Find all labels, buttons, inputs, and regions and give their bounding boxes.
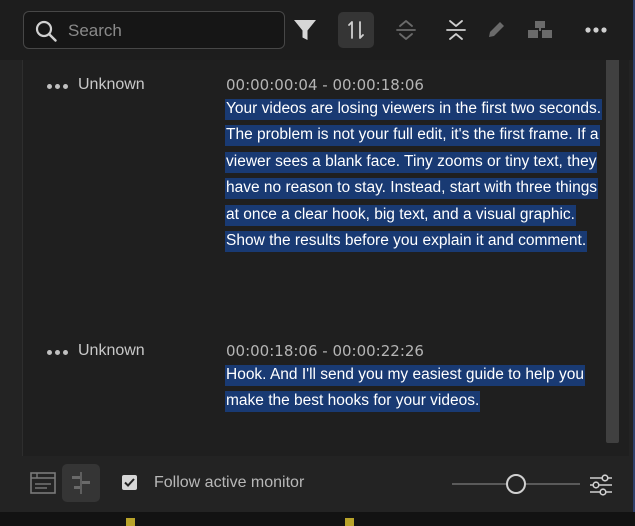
captions-button[interactable] [24, 464, 62, 502]
transcript-toolbar [0, 0, 633, 60]
more-icon[interactable] [47, 83, 68, 89]
settings-sliders-icon[interactable] [588, 472, 614, 498]
search-box[interactable] [23, 11, 285, 49]
expand-button[interactable] [388, 12, 424, 48]
speakers-icon [528, 21, 552, 38]
edit-icon [489, 22, 504, 37]
speaker[interactable]: Unknown [47, 342, 145, 360]
follow-monitor-label: Follow active monitor [154, 474, 305, 491]
speaker[interactable]: Unknown [47, 76, 145, 94]
color-swatch [126, 518, 135, 526]
captions-icon [30, 472, 56, 494]
speaker-name: Unknown [78, 76, 145, 93]
color-swatch [345, 518, 354, 526]
transcript-text[interactable]: Your videos are losing viewers in the fi… [225, 96, 605, 254]
edit-button[interactable] [478, 12, 514, 48]
checkmark-icon [124, 478, 135, 487]
bin-tab[interactable] [345, 517, 360, 526]
transcript-panel: Unknown 00:00:00:04 - 00:00:18:06 Your v… [0, 0, 635, 512]
sync-icon [348, 21, 364, 39]
transcript-text-content[interactable]: Your videos are losing viewers in the fi… [225, 99, 603, 253]
timecode: 00:00:00:04 - 00:00:18:06 [226, 76, 424, 94]
more-icon[interactable] [47, 349, 68, 355]
transcript-text[interactable]: Hook. And I'll send you my easiest guide… [225, 362, 605, 415]
bottom-strip [0, 512, 635, 526]
search-icon [35, 20, 57, 42]
scrollbar[interactable] [606, 60, 619, 443]
sequence-icon [72, 472, 90, 494]
transcript-footer: Follow active monitor [0, 456, 633, 512]
timecode: 00:00:18:06 - 00:00:22:26 [226, 342, 424, 360]
filter-icon [294, 20, 316, 40]
slider-thumb[interactable] [506, 474, 526, 494]
transcript-list[interactable]: Unknown 00:00:00:04 - 00:00:18:06 Your v… [22, 60, 629, 456]
expand-collapse-icon [396, 20, 416, 40]
zoom-slider[interactable] [452, 472, 580, 496]
speakers-button[interactable] [522, 12, 558, 48]
sync-scroll-button[interactable] [338, 12, 374, 48]
bin-tab[interactable] [126, 517, 141, 526]
transcript-text-content[interactable]: Hook. And I'll send you my easiest guide… [225, 365, 585, 413]
filter-button[interactable] [287, 12, 323, 48]
sequence-button[interactable] [62, 464, 100, 502]
more-icon [585, 27, 607, 33]
more-options-button[interactable] [578, 12, 614, 48]
merge-icon [446, 20, 466, 40]
search-input[interactable] [68, 19, 278, 43]
follow-monitor-checkbox[interactable] [122, 475, 137, 490]
merge-button[interactable] [438, 12, 474, 48]
speaker-name: Unknown [78, 342, 145, 359]
